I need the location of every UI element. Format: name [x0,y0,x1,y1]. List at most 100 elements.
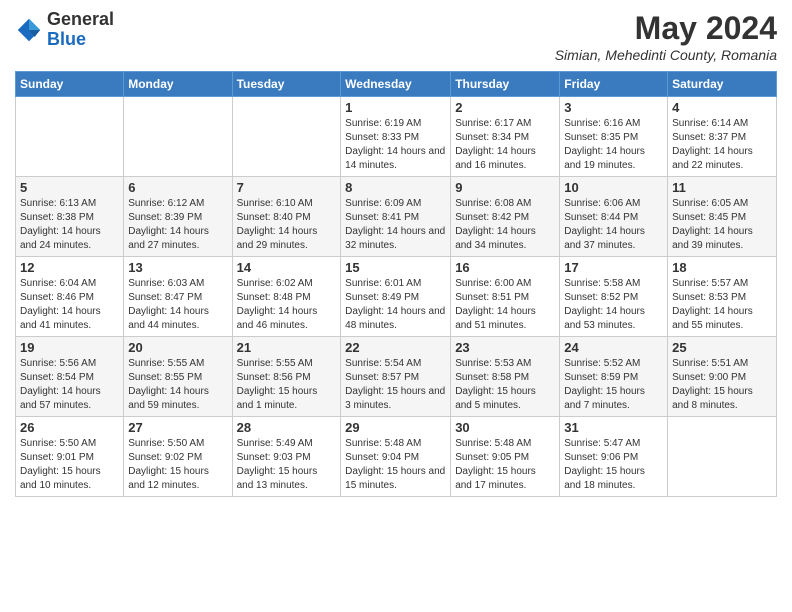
calendar-cell: 27 Sunrise: 5:50 AM Sunset: 9:02 PM Dayli… [124,417,232,497]
calendar-cell: 19 Sunrise: 5:56 AM Sunset: 8:54 PM Dayli… [16,337,124,417]
day-number: 30 [455,420,555,435]
calendar-cell: 1 Sunrise: 6:19 AM Sunset: 8:33 PM Daylig… [341,97,451,177]
day-info: Sunrise: 6:09 AM Sunset: 8:41 PM Dayligh… [345,197,446,253]
location: Simian, Mehedinti County, Romania [555,47,777,63]
day-info: Sunrise: 6:16 AM Sunset: 8:35 PM Dayligh… [564,117,663,173]
day-info: Sunrise: 6:13 AM Sunset: 8:38 PM Dayligh… [20,197,119,253]
day-info: Sunrise: 6:10 AM Sunset: 8:40 PM Dayligh… [237,197,337,253]
calendar-cell: 31 Sunrise: 5:47 AM Sunset: 9:06 PM Dayli… [560,417,668,497]
logo-text: General Blue [47,10,114,50]
calendar-header: SundayMondayTuesdayWednesdayThursdayFrid… [16,72,777,97]
logo-blue: Blue [47,29,86,49]
calendar-cell: 12Sunrise: 6:04 AM Sunset: 8:46 PM Dayli… [16,257,124,337]
day-number: 20 [128,340,227,355]
week-row-3: 19 Sunrise: 5:56 AM Sunset: 8:54 PM Dayli… [16,337,777,417]
day-info: Sunrise: 6:02 AM Sunset: 8:48 PM Dayligh… [237,277,337,333]
day-info: Sunrise: 5:49 AM Sunset: 9:03 PM Dayligh… [237,437,337,493]
calendar-cell: 7 Sunrise: 6:10 AM Sunset: 8:40 PM Daylig… [232,177,341,257]
day-info: Sunrise: 5:55 AM Sunset: 8:55 PM Dayligh… [128,357,227,413]
calendar-cell: 3Sunrise: 6:16 AM Sunset: 8:35 PM Daylig… [560,97,668,177]
day-info: Sunrise: 5:54 AM Sunset: 8:57 PM Dayligh… [345,357,446,413]
calendar-cell: 2 Sunrise: 6:17 AM Sunset: 8:34 PM Daylig… [451,97,560,177]
header: General Blue May 2024 Simian, Mehedinti … [15,10,777,63]
day-number: 8 [345,180,446,195]
weekday-header-tuesday: Tuesday [232,72,341,97]
day-info: Sunrise: 5:57 AM Sunset: 8:53 PM Dayligh… [672,277,772,333]
day-info: Sunrise: 5:53 AM Sunset: 8:58 PM Dayligh… [455,357,555,413]
calendar-cell: 10 Sunrise: 6:06 AM Sunset: 8:44 PM Dayli… [560,177,668,257]
calendar-cell: 5 Sunrise: 6:13 AM Sunset: 8:38 PM Daylig… [16,177,124,257]
calendar-cell: 21Sunrise: 5:55 AM Sunset: 8:56 PM Dayli… [232,337,341,417]
day-number: 1 [345,100,446,115]
day-number: 10 [564,180,663,195]
day-number: 11 [672,180,772,195]
calendar-cell: 30 Sunrise: 5:48 AM Sunset: 9:05 PM Dayli… [451,417,560,497]
day-number: 25 [672,340,772,355]
day-number: 17 [564,260,663,275]
day-number: 31 [564,420,663,435]
day-number: 21 [237,340,337,355]
calendar-cell: 11 Sunrise: 6:05 AM Sunset: 8:45 PM Dayli… [668,177,777,257]
calendar-cell: 23 Sunrise: 5:53 AM Sunset: 8:58 PM Dayli… [451,337,560,417]
calendar-cell: 26 Sunrise: 5:50 AM Sunset: 9:01 PM Dayli… [16,417,124,497]
day-info: Sunrise: 5:48 AM Sunset: 9:05 PM Dayligh… [455,437,555,493]
day-number: 13 [128,260,227,275]
title-block: May 2024 Simian, Mehedinti County, Roman… [555,10,777,63]
calendar-cell: 13 Sunrise: 6:03 AM Sunset: 8:47 PM Dayli… [124,257,232,337]
calendar-cell: 25 Sunrise: 5:51 AM Sunset: 9:00 PM Dayli… [668,337,777,417]
calendar-body: 1 Sunrise: 6:19 AM Sunset: 8:33 PM Daylig… [16,97,777,497]
weekday-header-row: SundayMondayTuesdayWednesdayThursdayFrid… [16,72,777,97]
logo: General Blue [15,10,114,50]
weekday-header-monday: Monday [124,72,232,97]
day-info: Sunrise: 6:19 AM Sunset: 8:33 PM Dayligh… [345,117,446,173]
day-info: Sunrise: 6:01 AM Sunset: 8:49 PM Dayligh… [345,277,446,333]
day-info: Sunrise: 6:04 AM Sunset: 8:46 PM Dayligh… [20,277,119,333]
day-number: 24 [564,340,663,355]
day-info: Sunrise: 6:06 AM Sunset: 8:44 PM Dayligh… [564,197,663,253]
calendar-cell: 14 Sunrise: 6:02 AM Sunset: 8:48 PM Dayli… [232,257,341,337]
day-info: Sunrise: 6:08 AM Sunset: 8:42 PM Dayligh… [455,197,555,253]
day-number: 15 [345,260,446,275]
week-row-4: 26 Sunrise: 5:50 AM Sunset: 9:01 PM Dayli… [16,417,777,497]
calendar-cell: 6Sunrise: 6:12 AM Sunset: 8:39 PM Daylig… [124,177,232,257]
weekday-header-sunday: Sunday [16,72,124,97]
day-info: Sunrise: 5:50 AM Sunset: 9:01 PM Dayligh… [20,437,119,493]
calendar-cell: 4Sunrise: 6:14 AM Sunset: 8:37 PM Daylig… [668,97,777,177]
day-info: Sunrise: 5:50 AM Sunset: 9:02 PM Dayligh… [128,437,227,493]
calendar-cell [16,97,124,177]
calendar-cell: 24 Sunrise: 5:52 AM Sunset: 8:59 PM Dayli… [560,337,668,417]
day-info: Sunrise: 6:03 AM Sunset: 8:47 PM Dayligh… [128,277,227,333]
day-info: Sunrise: 5:51 AM Sunset: 9:00 PM Dayligh… [672,357,772,413]
weekday-header-friday: Friday [560,72,668,97]
day-number: 23 [455,340,555,355]
calendar: SundayMondayTuesdayWednesdayThursdayFrid… [15,71,777,497]
calendar-cell [232,97,341,177]
day-number: 26 [20,420,119,435]
day-number: 22 [345,340,446,355]
day-info: Sunrise: 6:17 AM Sunset: 8:34 PM Dayligh… [455,117,555,173]
week-row-1: 5 Sunrise: 6:13 AM Sunset: 8:38 PM Daylig… [16,177,777,257]
day-info: Sunrise: 6:05 AM Sunset: 8:45 PM Dayligh… [672,197,772,253]
day-number: 2 [455,100,555,115]
weekday-header-wednesday: Wednesday [341,72,451,97]
day-number: 18 [672,260,772,275]
day-number: 14 [237,260,337,275]
day-number: 27 [128,420,227,435]
day-number: 5 [20,180,119,195]
day-info: Sunrise: 5:48 AM Sunset: 9:04 PM Dayligh… [345,437,446,493]
calendar-cell: 16Sunrise: 6:00 AM Sunset: 8:51 PM Dayli… [451,257,560,337]
logo-icon [15,16,43,44]
day-number: 9 [455,180,555,195]
day-info: Sunrise: 5:56 AM Sunset: 8:54 PM Dayligh… [20,357,119,413]
day-number: 19 [20,340,119,355]
day-number: 16 [455,260,555,275]
day-info: Sunrise: 5:47 AM Sunset: 9:06 PM Dayligh… [564,437,663,493]
calendar-cell: 18 Sunrise: 5:57 AM Sunset: 8:53 PM Dayli… [668,257,777,337]
day-info: Sunrise: 5:58 AM Sunset: 8:52 PM Dayligh… [564,277,663,333]
day-info: Sunrise: 5:52 AM Sunset: 8:59 PM Dayligh… [564,357,663,413]
calendar-cell [124,97,232,177]
calendar-cell: 20 Sunrise: 5:55 AM Sunset: 8:55 PM Dayli… [124,337,232,417]
day-number: 7 [237,180,337,195]
logo-general: General [47,9,114,29]
day-number: 6 [128,180,227,195]
